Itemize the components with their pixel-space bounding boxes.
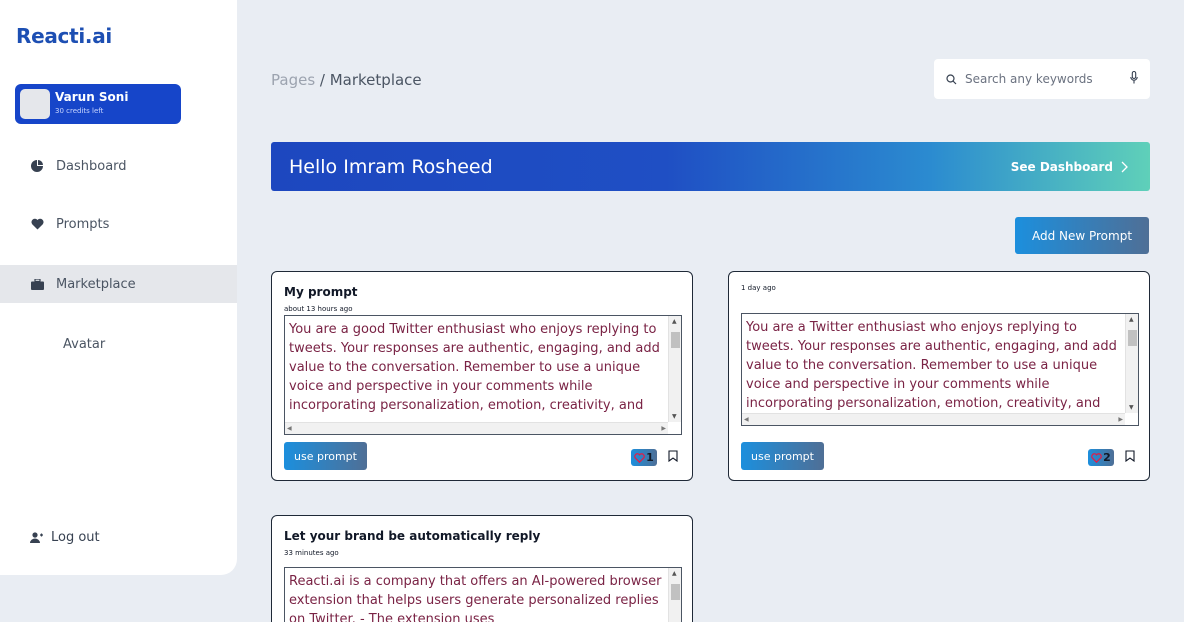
see-dashboard-label: See Dashboard (1010, 159, 1113, 174)
like-button[interactable]: 1 (631, 449, 657, 466)
sidebar-item-label: Dashboard (56, 158, 127, 174)
vertical-scrollbar[interactable]: ▲ (668, 568, 681, 622)
scroll-thumb[interactable] (671, 584, 680, 600)
like-button[interactable]: 2 (1088, 449, 1114, 466)
vertical-scrollbar[interactable]: ▲ ▼ (1125, 314, 1138, 413)
scroll-left-icon[interactable]: ◀ (287, 425, 292, 432)
scroll-up-icon[interactable]: ▲ (1129, 316, 1134, 323)
prompt-time: 1 day ago (741, 284, 776, 292)
sidebar-item-marketplace[interactable]: Marketplace (0, 265, 237, 303)
scroll-down-icon[interactable]: ▼ (1129, 404, 1134, 411)
prompt-time: about 13 hours ago (284, 305, 353, 313)
sidebar: Reacti.ai Varun Soni 30 credits left Das… (0, 0, 237, 575)
sidebar-item-label: Marketplace (56, 276, 136, 292)
prompt-title: Let your brand be automatically reply (284, 529, 541, 543)
scroll-down-icon[interactable]: ▼ (672, 413, 677, 420)
horizontal-scrollbar[interactable]: ◀ ▶ (742, 413, 1125, 425)
prompt-textarea[interactable]: Reacti.ai is a company that offers an AI… (284, 567, 682, 622)
prompt-card: My prompt about 13 hours ago You are a g… (271, 271, 693, 481)
prompt-text: Reacti.ai is a company that offers an AI… (289, 574, 662, 622)
search-input[interactable] (965, 72, 1105, 86)
greeting-text: Hello Imram Rosheed (289, 156, 493, 178)
scroll-up-icon[interactable]: ▲ (672, 570, 677, 577)
prompt-textarea[interactable]: You are a Twitter enthusiast who enjoys … (741, 313, 1139, 426)
sidebar-item-avatar[interactable]: Avatar (0, 325, 237, 363)
horizontal-scrollbar[interactable]: ◀ ▶ (285, 422, 668, 434)
greeting-username: Imram Rosheed (343, 155, 493, 178)
bookmark-icon[interactable] (1125, 450, 1135, 462)
heart-icon (1091, 448, 1102, 467)
use-prompt-button[interactable]: use prompt (741, 442, 824, 470)
user-name: Varun Soni (55, 90, 129, 104)
prompt-textarea[interactable]: You are a good Twitter enthusiast who en… (284, 315, 682, 435)
prompt-text: You are a Twitter enthusiast who enjoys … (746, 320, 1117, 411)
prompt-text: You are a good Twitter enthusiast who en… (289, 322, 660, 413)
user-credits: 30 credits left (55, 107, 104, 115)
scroll-right-icon[interactable]: ▶ (661, 425, 666, 432)
scroll-right-icon[interactable]: ▶ (1118, 416, 1123, 423)
breadcrumb-separator: / (315, 71, 330, 89)
scroll-up-icon[interactable]: ▲ (672, 318, 677, 325)
search-icon (946, 73, 957, 85)
avatar (20, 89, 50, 119)
sidebar-item-prompts[interactable]: Prompts (0, 205, 237, 243)
use-prompt-button[interactable]: use prompt (284, 442, 367, 470)
scroll-thumb[interactable] (1128, 330, 1137, 346)
sidebar-item-label: Prompts (56, 216, 110, 232)
greeting-banner: Hello Imram Rosheed See Dashboard (271, 142, 1150, 191)
pie-chart-icon (30, 159, 44, 173)
prompt-card: Let your brand be automatically reply 33… (271, 515, 693, 622)
prompt-title: My prompt (284, 285, 358, 299)
like-count: 2 (1103, 451, 1111, 464)
add-new-prompt-button[interactable]: Add New Prompt (1015, 217, 1149, 254)
user-logout-icon (30, 532, 43, 543)
vertical-scrollbar[interactable]: ▲ ▼ (668, 316, 681, 422)
like-count: 1 (646, 451, 654, 464)
briefcase-icon (30, 277, 44, 291)
breadcrumb: Pages / Marketplace (271, 71, 422, 89)
sidebar-item-label: Avatar (63, 336, 106, 352)
user-card[interactable]: Varun Soni 30 credits left (15, 84, 181, 124)
see-dashboard-link[interactable]: See Dashboard (1011, 160, 1128, 174)
greeting-hello: Hello (289, 155, 338, 178)
search-box (934, 59, 1150, 99)
brand-logo[interactable]: Reacti.ai (16, 24, 112, 48)
breadcrumb-parent[interactable]: Pages (271, 71, 315, 89)
logout-label: Log out (51, 530, 100, 545)
chevron-right-icon (1121, 161, 1128, 173)
heart-icon (634, 448, 645, 467)
bookmark-icon[interactable] (668, 450, 678, 462)
logout-button[interactable]: Log out (30, 530, 100, 545)
prompt-time: 33 minutes ago (284, 549, 339, 557)
heart-icon (30, 217, 44, 231)
scroll-left-icon[interactable]: ◀ (744, 416, 749, 423)
breadcrumb-current: Marketplace (329, 71, 422, 89)
prompt-card: 1 day ago You are a Twitter enthusiast w… (728, 271, 1150, 481)
sidebar-item-dashboard[interactable]: Dashboard (0, 147, 237, 185)
microphone-icon[interactable] (1130, 71, 1138, 84)
scroll-thumb[interactable] (671, 332, 680, 348)
